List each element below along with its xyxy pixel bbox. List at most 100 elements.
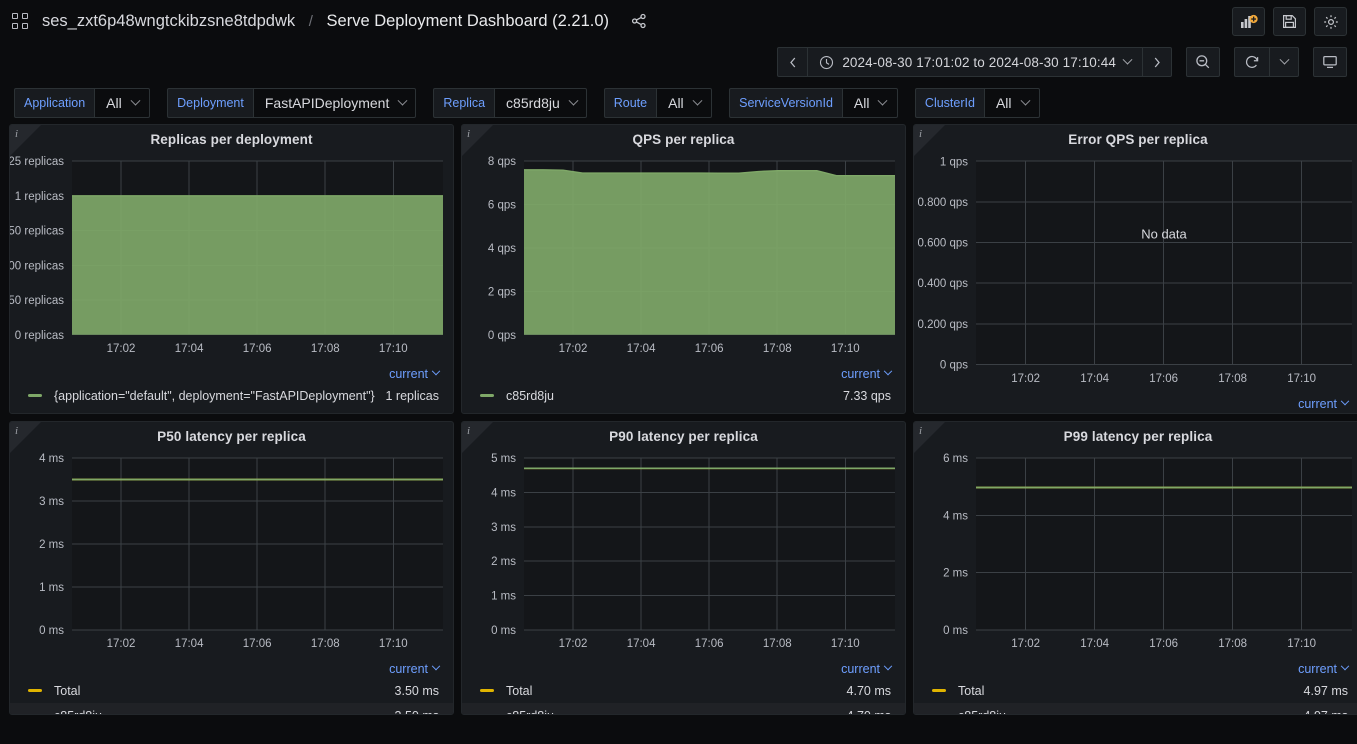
time-shift-forward-button[interactable] xyxy=(1142,47,1172,77)
legend-row[interactable]: Total 3.50 ms xyxy=(10,678,453,703)
panel-info-icon[interactable]: i xyxy=(919,425,922,437)
svg-text:17:10: 17:10 xyxy=(831,638,860,650)
legend-row[interactable]: {application="default", deployment="Fast… xyxy=(10,383,453,408)
plot-area[interactable]: 0 qps 2 qps 4 qps 6 qps 8 qps 17:02 17:04 17:06… xyxy=(462,149,905,365)
refresh-button[interactable] xyxy=(1234,47,1269,77)
plot-area[interactable]: 0 ms 1 ms 2 ms 3 ms 4 ms 17:02 17:04 17:06 17:08… xyxy=(10,446,453,660)
add-panel-button[interactable] xyxy=(1232,7,1265,36)
chevron-down-icon xyxy=(1020,95,1030,106)
legend-color-swatch[interactable] xyxy=(480,688,494,693)
svg-text:17:06: 17:06 xyxy=(695,343,724,355)
svg-text:0.200 qps: 0.200 qps xyxy=(918,319,969,331)
legend-row[interactable]: Total 4.97 ms xyxy=(914,678,1357,703)
panel-p90-latency-per-replica: i P90 latency per replica 0 ms 1 ms 2 ms 3 ms… xyxy=(461,421,906,715)
plot-area[interactable]: 0 ms 2 ms 4 ms 6 ms 17:02 17:04 17:06 17:08 17:1… xyxy=(914,446,1357,660)
time-controls-bar: 2024-08-30 17:01:02 to 2024-08-30 17:10:… xyxy=(0,42,1357,82)
chevron-down-icon xyxy=(130,95,141,106)
svg-text:17:04: 17:04 xyxy=(175,343,204,355)
legend-row[interactable]: c85rd8ju 3.50 ms xyxy=(10,703,453,715)
svg-text:4 ms: 4 ms xyxy=(491,487,516,499)
zoom-out-icon xyxy=(1196,55,1210,69)
svg-text:5 ms: 5 ms xyxy=(491,453,516,465)
svg-text:17:08: 17:08 xyxy=(1218,638,1247,650)
panel-qps-per-replica: i QPS per replica 0 qps 2 qps 4 qps 6 qps 8 qp… xyxy=(461,124,906,414)
legend-series-name: c85rd8ju xyxy=(506,709,837,715)
panel-info-icon[interactable]: i xyxy=(919,128,922,140)
svg-text:17:10: 17:10 xyxy=(379,343,408,355)
plot-area[interactable]: 0 ms 1 ms 2 ms 3 ms 4 ms 5 ms 17:02 17:04 17:06 1… xyxy=(462,446,905,660)
time-range-picker[interactable]: 2024-08-30 17:01:02 to 2024-08-30 17:10:… xyxy=(807,47,1142,77)
legend-color-swatch[interactable] xyxy=(932,713,946,714)
svg-text:17:10: 17:10 xyxy=(831,343,860,355)
time-shift-back-button[interactable] xyxy=(777,47,808,77)
variable-select-application[interactable]: All xyxy=(94,88,151,118)
tv-mode-button[interactable] xyxy=(1313,47,1347,77)
plot-area[interactable]: 0 qps 0.200 qps 0.400 qps 0.600 qps 0.800 qp… xyxy=(914,149,1357,395)
legend-color-swatch[interactable] xyxy=(28,713,42,714)
legend-calc-control[interactable]: current xyxy=(10,365,453,383)
svg-text:17:10: 17:10 xyxy=(379,638,408,650)
share-icon[interactable] xyxy=(625,8,653,34)
legend-color-swatch[interactable] xyxy=(28,393,42,398)
chevron-down-icon xyxy=(431,366,441,376)
legend-series-name: c85rd8ju xyxy=(54,709,385,715)
panel-info-icon[interactable]: i xyxy=(467,128,470,140)
svg-text:1 replicas: 1 replicas xyxy=(15,191,64,203)
dashboards-grid-icon[interactable] xyxy=(12,13,28,29)
variable-select-cluster-id[interactable]: All xyxy=(983,88,1040,118)
variable-select-deployment[interactable]: FastAPIDeployment xyxy=(252,88,417,118)
legend-row[interactable]: c85rd8ju 4.97 ms xyxy=(914,703,1357,714)
panel-title: P99 latency per replica xyxy=(1063,429,1213,444)
legend-calc-control[interactable]: current xyxy=(10,660,453,678)
legend-color-swatch[interactable] xyxy=(480,713,494,714)
legend-row[interactable]: c85rd8ju 4.70 ms xyxy=(462,703,905,715)
panel-info-icon[interactable]: i xyxy=(15,425,18,437)
variable-select-route[interactable]: All xyxy=(656,88,713,118)
breadcrumb-folder[interactable]: ses_zxt6p48wngtckibzsne8tdpdwk xyxy=(42,12,295,30)
variable-label-deployment: Deployment xyxy=(167,88,253,118)
refresh-group xyxy=(1234,47,1299,77)
chevron-down-icon xyxy=(1279,54,1289,65)
save-dashboard-button[interactable] xyxy=(1273,7,1306,36)
legend-list: {application="default", deployment="Fast… xyxy=(10,383,453,413)
legend-calc-label: current xyxy=(389,662,428,676)
panel-info-icon[interactable]: i xyxy=(15,128,18,140)
variable-route: Route All xyxy=(603,88,713,118)
svg-text:0 ms: 0 ms xyxy=(491,625,516,637)
panel-info-icon[interactable]: i xyxy=(467,425,470,437)
legend-color-swatch[interactable] xyxy=(480,393,494,398)
svg-text:2 qps: 2 qps xyxy=(488,286,516,298)
legend-calc-control[interactable]: current xyxy=(462,365,905,383)
svg-text:17:08: 17:08 xyxy=(763,638,792,650)
variable-select-replica[interactable]: c85rd8ju xyxy=(494,88,587,118)
plot-area[interactable]: 0 replicas 0.250 replicas 0.500 replicas 0.… xyxy=(10,149,453,365)
svg-text:1 ms: 1 ms xyxy=(491,591,516,603)
legend-row[interactable]: c85rd8ju 7.33 qps xyxy=(462,383,905,408)
legend-series-value: 4.70 ms xyxy=(847,709,891,715)
legend-color-swatch[interactable] xyxy=(932,688,946,693)
legend-calc-control[interactable]: current xyxy=(914,660,1357,678)
svg-text:17:10: 17:10 xyxy=(1287,373,1316,385)
legend-color-swatch[interactable] xyxy=(28,688,42,693)
svg-text:17:06: 17:06 xyxy=(243,638,272,650)
dashboard-settings-button[interactable] xyxy=(1314,7,1347,36)
legend-calc-control[interactable]: current xyxy=(462,660,905,678)
zoom-out-time-button[interactable] xyxy=(1186,47,1220,77)
panel-title: P90 latency per replica xyxy=(609,429,758,444)
legend-row[interactable]: Total 4.70 ms xyxy=(462,678,905,703)
legend-series-name: {application="default", deployment="Fast… xyxy=(54,388,375,403)
variable-service-version-id: ServiceVersionId All xyxy=(729,88,898,118)
variable-value-route: All xyxy=(668,95,684,111)
svg-text:17:02: 17:02 xyxy=(559,343,588,355)
variable-value-application: All xyxy=(106,95,122,111)
time-picker-group: 2024-08-30 17:01:02 to 2024-08-30 17:10:… xyxy=(777,47,1172,77)
panel-p99-latency-per-replica: i P99 latency per replica 0 ms 2 ms 4 ms 6 ms… xyxy=(913,421,1357,715)
legend-series-value: 4.70 ms xyxy=(846,683,891,698)
variable-select-service-version-id[interactable]: All xyxy=(841,88,898,118)
refresh-interval-dropdown[interactable] xyxy=(1269,47,1299,77)
legend-calc-label: current xyxy=(1298,662,1337,676)
chevron-down-icon xyxy=(1340,396,1350,406)
legend-list: Total 4.97 ms c85rd8ju 4.97 ms xyxy=(914,678,1357,714)
legend-calc-control[interactable]: current xyxy=(914,395,1357,413)
chevron-down-icon xyxy=(1122,54,1133,65)
